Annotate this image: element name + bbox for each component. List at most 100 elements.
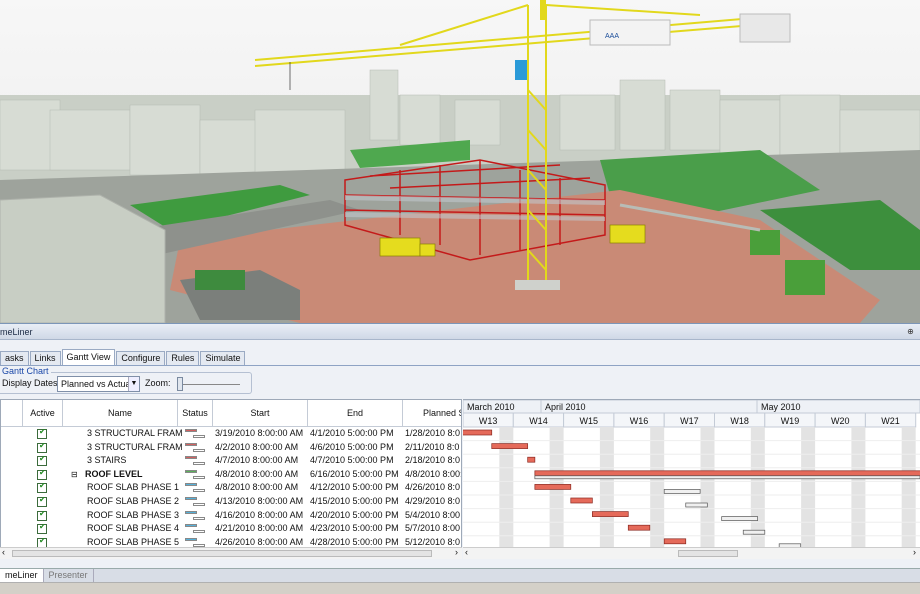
panel-title-bar: meLiner ⊕: [0, 324, 920, 340]
week-label: W13: [479, 416, 498, 426]
table-row[interactable]: 3 STRUCTURAL FRAM... 3/19/2010 8:00:00 AM…: [1, 427, 461, 441]
active-checkbox[interactable]: [37, 522, 47, 535]
planned-bar[interactable]: [534, 475, 920, 480]
scroll-left-icon[interactable]: ‹: [465, 547, 468, 557]
end-date: 4/20/2010 5:00:00 PM: [310, 509, 399, 520]
planned-bar[interactable]: [685, 502, 708, 508]
zoom-label: Zoom:: [145, 378, 171, 388]
actual-bar[interactable]: [527, 456, 536, 463]
grid-horizontal-scrollbar[interactable]: ‹ ›: [0, 547, 462, 559]
planned-start-date: 4/26/2010 8:0: [405, 482, 461, 493]
chart-horizontal-scrollbar[interactable]: ‹ ›: [463, 547, 920, 559]
weekend-shade: [599, 427, 614, 548]
zoom-slider[interactable]: [176, 377, 241, 391]
planned-bar[interactable]: [721, 516, 758, 521]
actual-bar[interactable]: [491, 443, 529, 449]
pin-icon[interactable]: ⊕: [905, 326, 916, 337]
start-date: 3/19/2010 8:00:00 AM: [215, 428, 304, 438]
column-header-active[interactable]: Active: [23, 400, 63, 427]
status-icon: [185, 428, 207, 440]
scroll-right-icon[interactable]: ›: [913, 547, 916, 557]
planned-start-date: 2/18/2010 8:0: [405, 455, 461, 466]
row-header-cell: [1, 400, 23, 427]
3d-viewport[interactable]: AAA: [0, 0, 920, 323]
end-date: 4/1/2010 5:00:00 PM: [310, 428, 394, 438]
week-label: W18: [730, 416, 749, 426]
scroll-left-icon[interactable]: ‹: [2, 547, 5, 557]
column-header-status[interactable]: Status: [178, 400, 213, 427]
tab-configure[interactable]: Configure: [116, 351, 166, 365]
week-label: W21: [881, 416, 900, 426]
table-row[interactable]: ROOF SLAB PHASE 4 4/21/2010 8:00:00 AM 4/2…: [1, 522, 461, 536]
display-dates-select[interactable]: Planned vs Actual ▼: [57, 376, 140, 392]
bottom-tab-presenter[interactable]: Presenter: [44, 569, 94, 582]
active-checkbox[interactable]: [37, 454, 47, 467]
grid-scroll-thumb[interactable]: [12, 550, 432, 557]
actual-bar[interactable]: [534, 470, 920, 477]
table-row[interactable]: 3 STAIRS 4/7/2010 8:00:00 AM 4/7/2010 5:00…: [1, 454, 461, 468]
gantt-chart-canvas: March 2010 April 2010 May 2010 W13 W14 W15 W16…: [463, 400, 920, 550]
tab-rules[interactable]: Rules: [166, 351, 200, 365]
active-checkbox[interactable]: [37, 509, 47, 521]
active-checkbox[interactable]: [37, 441, 47, 453]
planned-bar[interactable]: [663, 489, 701, 494]
status-icon: [185, 496, 207, 508]
scroll-right-icon[interactable]: ›: [455, 547, 458, 557]
table-row[interactable]: ⊟ ROOF LEVEL 4/8/2010 8:00:00 AM 6/16/2010 …: [1, 468, 461, 482]
task-name: ROOF LEVEL: [85, 468, 143, 479]
start-date: 4/21/2010 8:00:00 AM: [215, 523, 304, 534]
planned-start-date: 2/11/2010 8:0: [405, 441, 460, 452]
actual-bar[interactable]: [591, 511, 629, 517]
task-name: ROOF SLAB PHASE 4: [87, 523, 180, 534]
collapse-icon[interactable]: ⊟: [71, 468, 78, 482]
tab-links[interactable]: Links: [29, 351, 61, 365]
column-header-name[interactable]: Name: [63, 400, 178, 427]
chevron-down-icon[interactable]: ▼: [128, 377, 139, 391]
timeliner-panel: meLiner ⊕ asks Links Gantt View Configur…: [0, 323, 920, 594]
actual-bar[interactable]: [534, 484, 572, 490]
gantt-chart-group-label: Gantt Chart: [0, 366, 51, 376]
week-label: W15: [579, 416, 598, 426]
table-row[interactable]: ROOF SLAB PHASE 1 4/8/2010 8:00:00 AM 4/12…: [1, 481, 461, 495]
end-date: 4/15/2010 5:00:00 PM: [310, 496, 399, 506]
weekend-shade: [851, 427, 866, 548]
active-checkbox[interactable]: [37, 427, 47, 439]
planned-bar[interactable]: [742, 529, 766, 535]
start-date: 4/8/2010 8:00:00 AM: [215, 482, 299, 493]
start-date: 4/7/2010 8:00:00 AM: [215, 455, 299, 466]
tab-simulate[interactable]: Simulate: [200, 351, 246, 365]
actual-bar[interactable]: [463, 429, 493, 436]
column-header-end[interactable]: End: [308, 400, 403, 427]
column-header-start[interactable]: Start: [213, 400, 308, 427]
week-label: W14: [529, 416, 548, 426]
task-name: 3 STRUCTURAL FRAM...: [87, 428, 182, 438]
end-date: 4/7/2010 5:00:00 PM: [310, 455, 394, 466]
task-name: ROOF SLAB PHASE 1: [87, 482, 180, 493]
chart-scroll-thumb[interactable]: [678, 550, 738, 557]
end-date: 4/12/2010 5:00:00 PM: [310, 482, 399, 493]
actual-bar[interactable]: [627, 524, 651, 531]
construction-scene: AAA: [0, 0, 920, 323]
start-date: 4/2/2010 8:00:00 AM: [215, 441, 299, 452]
bottom-tab-timeliner[interactable]: meLiner: [0, 569, 44, 582]
tab-tasks[interactable]: asks: [0, 351, 29, 365]
task-name: ROOF SLAB PHASE 3: [87, 509, 180, 520]
status-icon: [185, 523, 207, 535]
start-date: 4/8/2010 8:00:00 AM: [215, 468, 299, 479]
status-icon: [185, 455, 207, 467]
status-icon: [185, 442, 207, 454]
actual-bar[interactable]: [570, 497, 593, 504]
active-checkbox[interactable]: [37, 481, 47, 494]
active-checkbox[interactable]: [37, 468, 47, 480]
table-row[interactable]: 3 STRUCTURAL FRAM... 4/2/2010 8:00:00 AM 4…: [1, 441, 461, 455]
actual-bar[interactable]: [663, 538, 687, 545]
weekend-shade: [801, 427, 816, 548]
active-checkbox[interactable]: [37, 495, 47, 507]
month-label: May 2010: [761, 402, 801, 412]
column-header-planned-start[interactable]: Planned St: [403, 400, 461, 427]
end-date: 4/23/2010 5:00:00 PM: [310, 523, 399, 534]
table-row[interactable]: ROOF SLAB PHASE 3 4/16/2010 8:00:00 AM 4/2…: [1, 509, 461, 523]
tab-gantt-view[interactable]: Gantt View: [61, 349, 116, 365]
table-row[interactable]: ROOF SLAB PHASE 2 4/13/2010 8:00:00 AM 4/1…: [1, 495, 461, 509]
zoom-thumb[interactable]: [177, 377, 183, 391]
